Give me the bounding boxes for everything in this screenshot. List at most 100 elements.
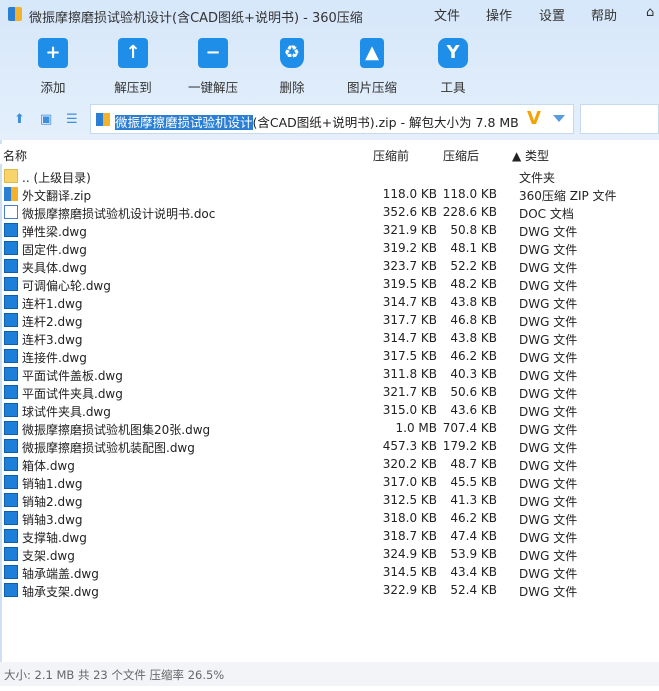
address-selected-text: 微振摩擦磨损试验机设计 bbox=[115, 115, 253, 130]
file-row[interactable]: 连接件.dwg 317.5 KB 46.2 KB DWG 文件 bbox=[0, 347, 659, 365]
dwg-file-icon bbox=[4, 439, 18, 453]
dwg-file-icon bbox=[4, 385, 18, 399]
file-size-before: 322.9 KB bbox=[382, 583, 437, 597]
dwg-file-icon bbox=[4, 457, 18, 471]
file-size-before: 319.5 KB bbox=[382, 277, 437, 291]
dwg-file-icon bbox=[4, 493, 18, 507]
file-name: 可调偏心轮.dwg bbox=[22, 279, 111, 293]
image-compress-button[interactable]: ▲ 图片压缩 bbox=[337, 38, 407, 96]
file-row[interactable]: 可调偏心轮.dwg 319.5 KB 48.2 KB DWG 文件 bbox=[0, 275, 659, 293]
file-type: DWG 文件 bbox=[519, 513, 578, 527]
file-name: 支撑轴.dwg bbox=[22, 531, 87, 545]
file-type: DWG 文件 bbox=[519, 405, 578, 419]
file-type: DWG 文件 bbox=[519, 351, 578, 365]
dwg-file-icon bbox=[4, 583, 18, 597]
extract-to-button[interactable]: ↑ 解压到 bbox=[98, 38, 168, 96]
file-row[interactable]: 连杆2.dwg 317.7 KB 46.8 KB DWG 文件 bbox=[0, 311, 659, 329]
minus-folder-icon: − bbox=[198, 38, 228, 68]
file-row[interactable]: 支撑轴.dwg 318.7 KB 47.4 KB DWG 文件 bbox=[0, 527, 659, 545]
extract-folder-icon: ↑ bbox=[118, 38, 148, 68]
file-name: 微振摩擦磨损试验机图集20张.dwg bbox=[22, 423, 211, 437]
app-icon bbox=[8, 7, 22, 21]
menu-file[interactable]: 文件 bbox=[434, 5, 460, 24]
file-size-after: 43.4 KB bbox=[450, 565, 497, 579]
dwg-file-icon bbox=[4, 511, 18, 525]
file-name: 销轴3.dwg bbox=[22, 513, 83, 527]
file-row[interactable]: 弹性梁.dwg 321.9 KB 50.8 KB DWG 文件 bbox=[0, 221, 659, 239]
file-name: 连杆2.dwg bbox=[22, 315, 83, 329]
dwg-file-icon bbox=[4, 349, 18, 363]
one-click-extract-button[interactable]: − 一键解压 bbox=[178, 38, 248, 96]
file-row[interactable]: 销轴1.dwg 317.0 KB 45.5 KB DWG 文件 bbox=[0, 473, 659, 491]
dwg-file-icon bbox=[4, 367, 18, 381]
file-type: DWG 文件 bbox=[519, 315, 578, 329]
file-size-before: 312.5 KB bbox=[382, 493, 437, 507]
col-after[interactable]: 压缩后 bbox=[443, 147, 479, 164]
file-row[interactable]: 轴承端盖.dwg 314.5 KB 43.4 KB DWG 文件 bbox=[0, 563, 659, 581]
file-size-after: 46.8 KB bbox=[450, 313, 497, 327]
file-row[interactable]: 支架.dwg 324.9 KB 53.9 KB DWG 文件 bbox=[0, 545, 659, 563]
file-row[interactable]: 平面试件夹具.dwg 321.7 KB 50.6 KB DWG 文件 bbox=[0, 383, 659, 401]
dwg-file-icon bbox=[4, 565, 18, 579]
file-row[interactable]: 夹具体.dwg 323.7 KB 52.2 KB DWG 文件 bbox=[0, 257, 659, 275]
file-size-after: 48.2 KB bbox=[450, 277, 497, 291]
file-list: .. (上级目录) 文件夹 外文翻译.zip 118.0 KB 118.0 KB… bbox=[0, 167, 659, 599]
zip-file-icon bbox=[4, 187, 18, 201]
file-size-after: 228.6 KB bbox=[442, 205, 497, 219]
skin-icon[interactable]: ⌂ bbox=[646, 5, 654, 20]
file-row[interactable]: 球试件夹具.dwg 315.0 KB 43.6 KB DWG 文件 bbox=[0, 401, 659, 419]
thumbnail-view-icon[interactable]: ▣ bbox=[40, 112, 52, 127]
tools-button[interactable]: Y 工具 bbox=[418, 38, 488, 96]
file-size-after: 43.8 KB bbox=[450, 331, 497, 345]
file-size-before: 324.9 KB bbox=[382, 547, 437, 561]
file-size-before: 457.3 KB bbox=[382, 439, 437, 453]
file-type: 文件夹 bbox=[519, 171, 556, 185]
file-name: 连杆3.dwg bbox=[22, 333, 83, 347]
file-size-before: 321.7 KB bbox=[382, 385, 437, 399]
file-type: DWG 文件 bbox=[519, 441, 578, 455]
delete-button[interactable]: ♻ 删除 bbox=[257, 38, 327, 96]
dwg-file-icon bbox=[4, 331, 18, 345]
file-row[interactable]: 微振摩擦磨损试验机图集20张.dwg 1.0 MB 707.4 KB DWG 文… bbox=[0, 419, 659, 437]
add-button[interactable]: + 添加 bbox=[18, 38, 88, 96]
dwg-file-icon bbox=[4, 241, 18, 255]
file-row[interactable]: 连杆3.dwg 314.7 KB 43.8 KB DWG 文件 bbox=[0, 329, 659, 347]
file-size-before: 311.8 KB bbox=[382, 367, 437, 381]
title-bar: 微振摩擦磨损试验机设计(含CAD图纸+说明书) - 360压缩 文件 操作 设置… bbox=[0, 0, 659, 30]
col-name[interactable]: 名称 bbox=[3, 147, 27, 164]
v-logo-icon[interactable]: V bbox=[527, 108, 541, 129]
file-name: 微振摩擦磨损试验机装配图.dwg bbox=[22, 441, 195, 455]
file-row[interactable]: 销轴3.dwg 318.0 KB 46.2 KB DWG 文件 bbox=[0, 509, 659, 527]
file-type: DWG 文件 bbox=[519, 369, 578, 383]
file-row[interactable]: 连杆1.dwg 314.7 KB 43.8 KB DWG 文件 bbox=[0, 293, 659, 311]
file-row[interactable]: 平面试件盖板.dwg 311.8 KB 40.3 KB DWG 文件 bbox=[0, 365, 659, 383]
chevron-down-icon[interactable] bbox=[553, 115, 565, 122]
file-row[interactable]: 轴承支架.dwg 322.9 KB 52.4 KB DWG 文件 bbox=[0, 581, 659, 599]
col-type[interactable]: ▲ 类型 bbox=[512, 147, 549, 164]
file-row[interactable]: 微振摩擦磨损试验机设计说明书.doc 352.6 KB 228.6 KB DOC… bbox=[0, 203, 659, 221]
up-arrow-icon[interactable]: ⬆ bbox=[14, 112, 25, 127]
menu-operate[interactable]: 操作 bbox=[486, 5, 512, 24]
file-type: DWG 文件 bbox=[519, 261, 578, 275]
col-before[interactable]: 压缩前 bbox=[373, 147, 409, 164]
file-size-after: 47.4 KB bbox=[450, 529, 497, 543]
file-row[interactable]: .. (上级目录) 文件夹 bbox=[0, 167, 659, 185]
list-view-icon[interactable]: ☰ bbox=[66, 112, 78, 127]
dwg-file-icon bbox=[4, 223, 18, 237]
file-row[interactable]: 销轴2.dwg 312.5 KB 41.3 KB DWG 文件 bbox=[0, 491, 659, 509]
file-size-after: 46.2 KB bbox=[450, 349, 497, 363]
menu-help[interactable]: 帮助 bbox=[591, 5, 617, 24]
file-row[interactable]: 微振摩擦磨损试验机装配图.dwg 457.3 KB 179.2 KB DWG 文… bbox=[0, 437, 659, 455]
file-row[interactable]: 外文翻译.zip 118.0 KB 118.0 KB 360压缩 ZIP 文件 bbox=[0, 185, 659, 203]
file-size-after: 50.6 KB bbox=[450, 385, 497, 399]
file-size-after: 52.2 KB bbox=[450, 259, 497, 273]
file-type: DWG 文件 bbox=[519, 297, 578, 311]
file-name: 箱体.dwg bbox=[22, 459, 75, 473]
file-row[interactable]: 箱体.dwg 320.2 KB 48.7 KB DWG 文件 bbox=[0, 455, 659, 473]
menu-settings[interactable]: 设置 bbox=[539, 5, 565, 24]
dwg-file-icon bbox=[4, 277, 18, 291]
file-type: DWG 文件 bbox=[519, 585, 578, 599]
search-input[interactable] bbox=[580, 104, 659, 134]
address-bar[interactable]: 微振摩擦磨损试验机设计(含CAD图纸+说明书).zip - 解包大小为 7.8 … bbox=[90, 104, 574, 134]
file-row[interactable]: 固定件.dwg 319.2 KB 48.1 KB DWG 文件 bbox=[0, 239, 659, 257]
